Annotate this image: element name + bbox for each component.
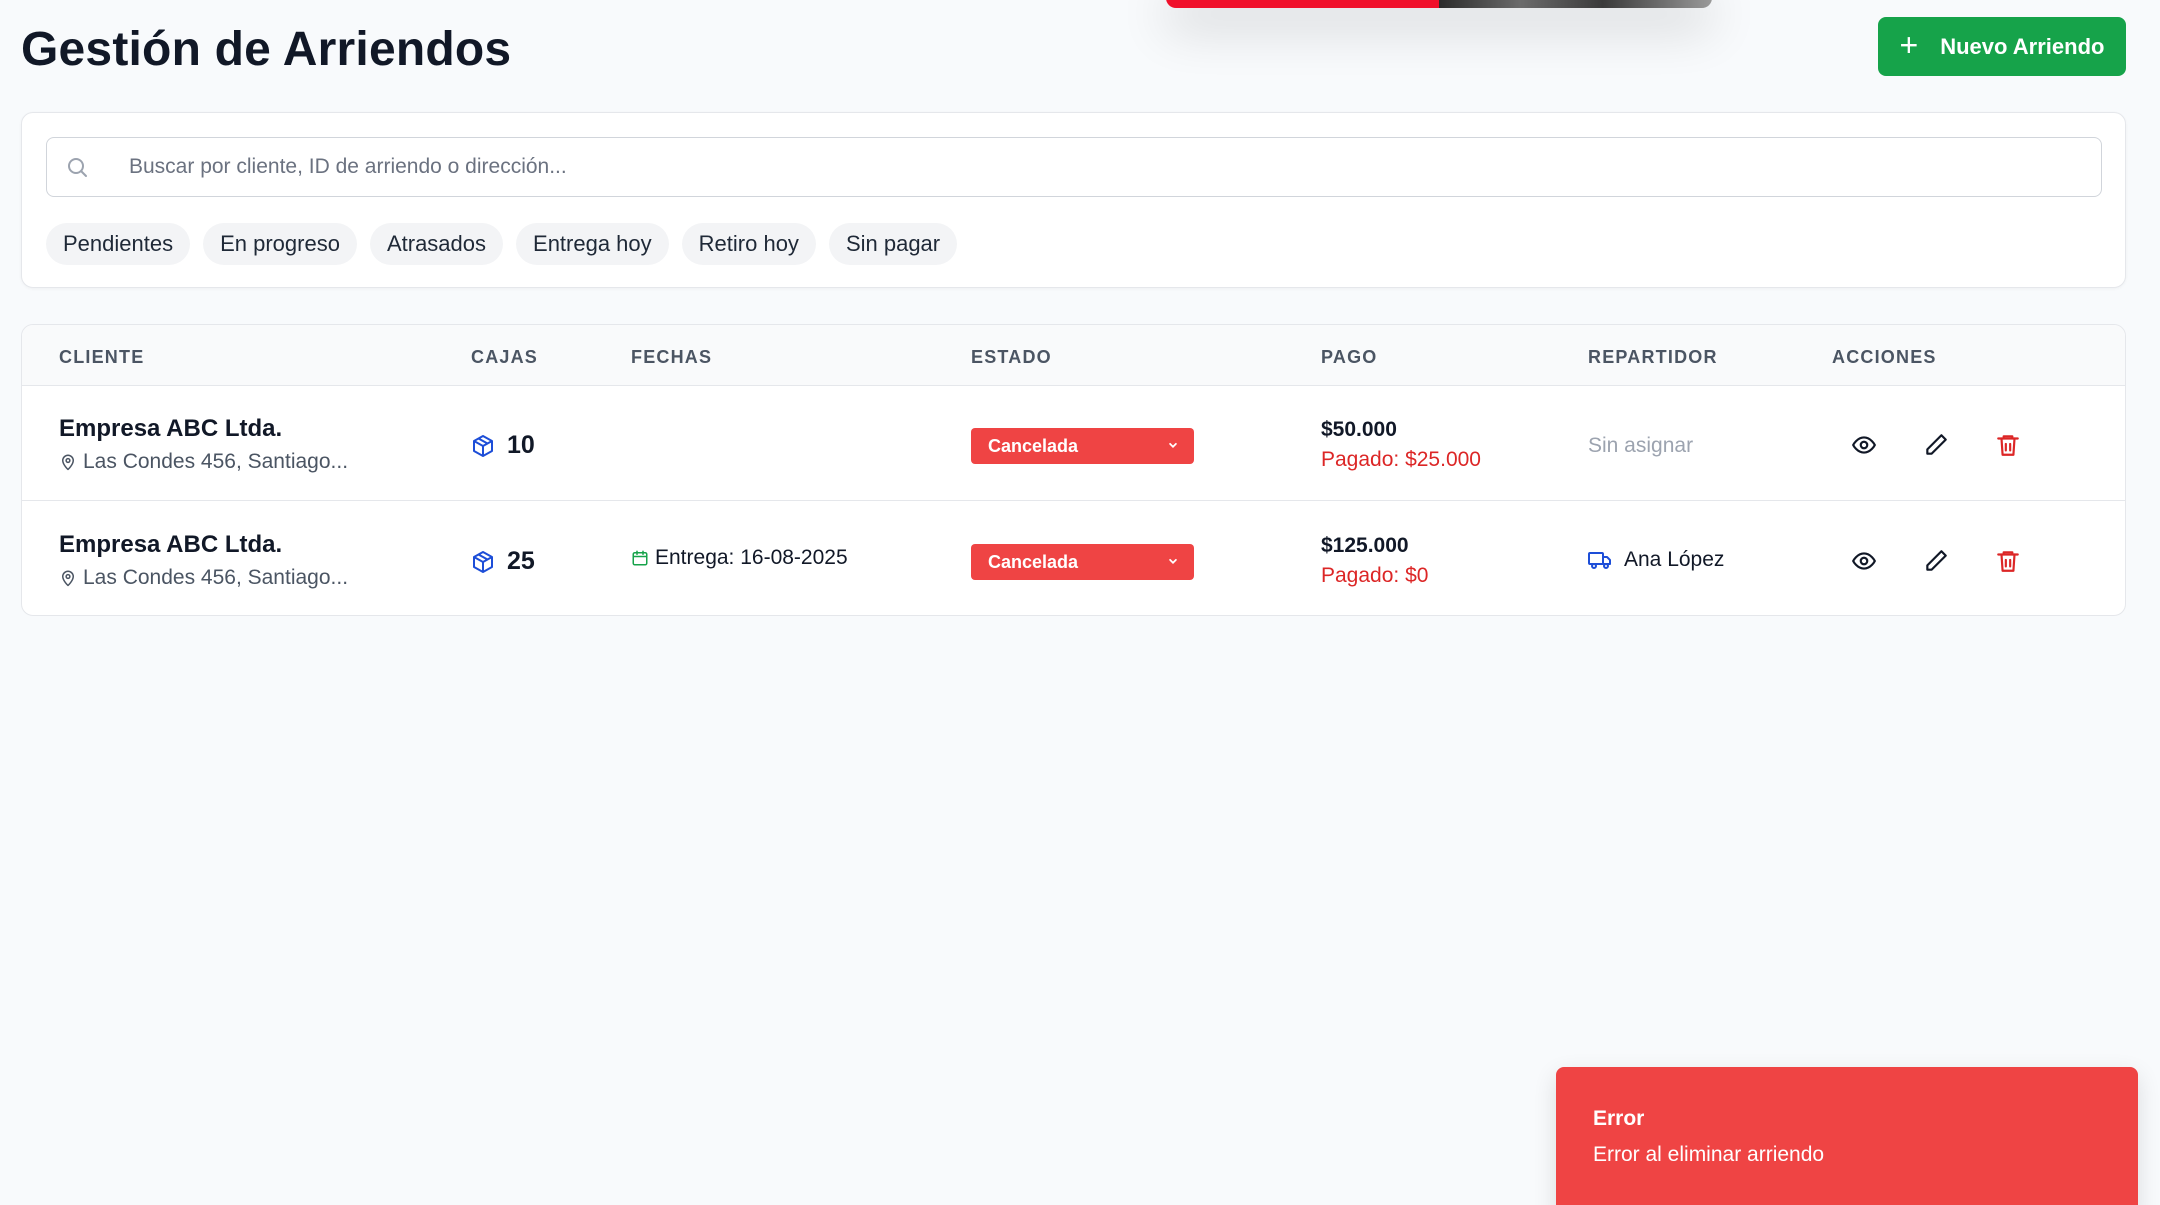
payment-paid: Pagado: $25.000	[1321, 448, 1481, 471]
view-button[interactable]	[1848, 429, 1880, 461]
client-name: Empresa ABC Ltda.	[59, 415, 283, 442]
delete-button[interactable]	[1992, 429, 2024, 461]
column-header-cliente: CLIENTE	[59, 347, 145, 367]
column-header-acciones: ACCIONES	[1832, 347, 1937, 367]
boxes-count-value: 10	[507, 431, 535, 459]
filter-chip-retiro-hoy[interactable]: Retiro hoy	[681, 223, 816, 265]
map-pin-icon	[62, 454, 74, 471]
delivery-date-text: Entrega: 16-08-2025	[655, 546, 848, 569]
error-toast[interactable]: Error Error al eliminar arriendo	[1556, 1067, 2138, 1205]
status-select-value: Cancelada	[988, 551, 1079, 572]
driver: Ana López	[1588, 548, 1724, 572]
search-icon	[65, 155, 89, 179]
client-address: Las Condes 456, Santiago...	[59, 566, 348, 590]
page-title: Gestión de Arriendos	[21, 23, 512, 76]
toast-message: Error al eliminar arriendo	[1593, 1143, 1825, 1166]
trash-icon	[1997, 551, 2019, 572]
floating-preview-image	[1439, 0, 1712, 8]
map-pin-icon	[62, 570, 74, 587]
eye-icon	[1852, 436, 1876, 454]
trash-icon	[1997, 435, 2019, 456]
filter-chip-atrasados[interactable]: Atrasados	[369, 223, 504, 265]
toast-title: Error	[1593, 1107, 1645, 1130]
truck-icon	[1588, 552, 1611, 569]
payment-total: $50.000	[1321, 418, 1397, 441]
floating-preview	[1166, 0, 1712, 8]
boxes-count: 10	[471, 431, 535, 460]
status-select[interactable]: Cancelada	[971, 428, 1194, 464]
boxes-count: 25	[471, 547, 535, 576]
table-header: CLIENTE CAJAS FECHAS ESTADO PAGO REPARTI…	[22, 325, 2125, 386]
filter-chip-entrega-hoy[interactable]: Entrega hoy	[516, 223, 669, 265]
status-select[interactable]: Cancelada	[971, 544, 1194, 580]
column-header-cajas: CAJAS	[471, 347, 539, 367]
eye-icon	[1852, 552, 1876, 570]
new-rental-button[interactable]: + Nuevo Arriendo	[1878, 17, 2126, 76]
filter-chips: Pendientes En progreso Atrasados Entrega…	[46, 223, 958, 265]
edit-button[interactable]	[1920, 545, 1952, 577]
floating-preview-red	[1166, 0, 1439, 8]
filter-chip-sin-pagar[interactable]: Sin pagar	[828, 223, 958, 265]
table-row: Empresa ABC Ltda. Las Condes 456, Santia…	[22, 386, 2125, 501]
payment-total: $125.000	[1321, 534, 1409, 557]
new-rental-label: Nuevo Arriendo	[1940, 33, 2105, 59]
package-icon	[473, 434, 493, 457]
delivery-date: Entrega: 16-08-2025	[631, 546, 848, 570]
edit-button[interactable]	[1920, 429, 1952, 461]
table-row: Empresa ABC Ltda. Las Condes 456, Santia…	[22, 502, 2125, 615]
filter-chip-pendientes[interactable]: Pendientes	[46, 223, 191, 265]
search-box	[46, 137, 2102, 197]
client-name: Empresa ABC Ltda.	[59, 531, 283, 558]
calendar-icon	[632, 550, 648, 566]
column-header-repartidor: REPARTIDOR	[1588, 347, 1718, 367]
column-header-pago: PAGO	[1321, 347, 1378, 367]
driver-unassigned: Sin asignar	[1588, 434, 1694, 457]
status-select-value: Cancelada	[988, 435, 1079, 456]
client-address-text: Las Condes 456, Santiago...	[83, 566, 349, 589]
column-header-estado: ESTADO	[971, 347, 1052, 367]
delete-button[interactable]	[1992, 545, 2024, 577]
plus-icon: +	[1899, 27, 1919, 63]
pencil-icon	[1926, 434, 1947, 455]
view-button[interactable]	[1848, 545, 1880, 577]
boxes-count-value: 25	[507, 547, 535, 575]
search-input[interactable]	[129, 139, 2029, 195]
rentals-table: CLIENTE CAJAS FECHAS ESTADO PAGO REPARTI…	[21, 324, 2126, 616]
filter-card: Pendientes En progreso Atrasados Entrega…	[21, 112, 2126, 288]
chevron-down-icon	[1169, 558, 1177, 564]
payment-paid: Pagado: $0	[1321, 564, 1429, 587]
pencil-icon	[1926, 550, 1947, 571]
driver-name: Ana López	[1624, 548, 1725, 571]
chevron-down-icon	[1169, 442, 1177, 448]
filter-chip-en-progreso[interactable]: En progreso	[203, 223, 357, 265]
client-address: Las Condes 456, Santiago...	[59, 450, 348, 474]
column-header-fechas: FECHAS	[631, 347, 713, 367]
client-address-text: Las Condes 456, Santiago...	[83, 450, 349, 473]
package-icon	[473, 550, 493, 573]
